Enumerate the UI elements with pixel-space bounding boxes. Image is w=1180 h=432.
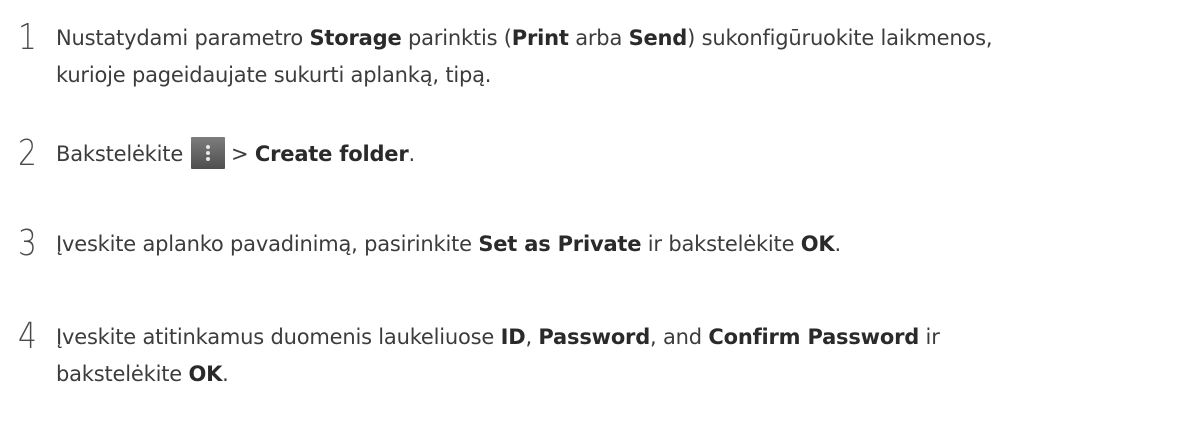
text-run: , (525, 325, 539, 349)
ui-term: Print (511, 26, 569, 50)
text-run: bakstelėkite (56, 362, 189, 386)
ui-term: Confirm Password (708, 325, 920, 349)
step-text: Įveskite aplanko pavadinimą, pasirinkite… (56, 226, 1176, 263)
text-run: ) sukonfigūruokite laikmenos, (687, 26, 993, 50)
text-run: Įveskite atitinkamus duomenis laukeliuos… (56, 325, 501, 349)
text-run: . (834, 232, 842, 256)
step-text: Bakstelėkite > Create folder. (56, 136, 1176, 173)
ui-term: Send (628, 26, 688, 50)
text-run: . (408, 142, 416, 166)
step-number: 4 (18, 316, 37, 357)
text-run: parinktis ( (401, 26, 512, 50)
text-run: Įveskite aplanko pavadinimą, pasirinkite (56, 232, 479, 256)
ui-term: OK (800, 232, 835, 256)
more-vertical-icon (191, 137, 226, 169)
step-text: Nustatydami parametro Storage parinktis … (56, 20, 1176, 94)
text-run: Nustatydami parametro (56, 26, 310, 50)
step-text: Įveskite atitinkamus duomenis laukeliuos… (56, 319, 1176, 393)
text-run: , and (650, 325, 709, 349)
text-run: > (231, 142, 255, 166)
step-number: 2 (18, 133, 37, 174)
step-number: 3 (18, 223, 37, 264)
ui-term: Create folder (254, 142, 409, 166)
ui-term: ID (500, 325, 526, 349)
text-run: arba (568, 26, 629, 50)
text-run: . (222, 362, 229, 386)
step-number: 1 (18, 17, 37, 58)
ui-term: OK (188, 362, 223, 386)
text-run: ir (919, 325, 940, 349)
text-run: ir bakstelėkite (641, 232, 801, 256)
text-run: kurioje pageidaujate sukurti aplanką, ti… (56, 63, 492, 87)
ui-term: Storage (309, 26, 402, 50)
text-run: Bakstelėkite (56, 142, 184, 166)
ui-term: Password (538, 325, 651, 349)
ui-term: Set as Private (478, 232, 642, 256)
